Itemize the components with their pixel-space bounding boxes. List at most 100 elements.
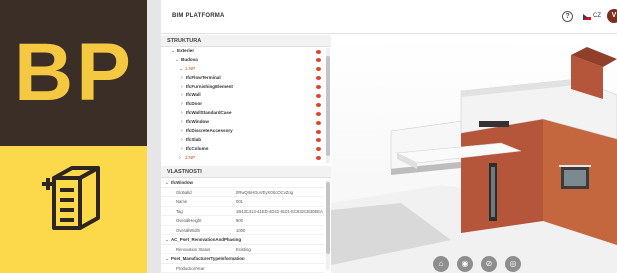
- tree-item-2np[interactable]: › 2.NP: [161, 154, 324, 163]
- brand-logo-text: BP: [14, 27, 134, 118]
- tree-item-ifcfurnishingelement[interactable]: › IfcFurnishingElement: [161, 83, 324, 92]
- chevron-right-icon[interactable]: ›: [181, 127, 183, 136]
- property-key: ProductionYear: [176, 265, 205, 271]
- property-row: Renovation Status Existing: [161, 245, 324, 254]
- property-row: OverallHeight 900: [161, 216, 324, 226]
- eye-off-icon[interactable]: ⊘: [481, 256, 497, 272]
- property-row: ProductionYear: [161, 264, 324, 273]
- chevron-right-icon[interactable]: ›: [181, 83, 183, 92]
- chevron-down-icon[interactable]: ⌄: [165, 178, 169, 188]
- user-avatar[interactable]: V: [607, 9, 617, 23]
- eye-icon[interactable]: ◉: [457, 256, 473, 272]
- visibility-eye-icon[interactable]: [316, 102, 321, 107]
- visibility-eye-icon[interactable]: [316, 156, 321, 161]
- language-selector[interactable]: CZ: [593, 13, 601, 19]
- property-key: OverallWidth: [176, 227, 200, 233]
- chevron-right-icon[interactable]: ›: [181, 74, 183, 83]
- czech-flag-icon[interactable]: [583, 14, 591, 20]
- building-document-icon: [42, 166, 100, 230]
- property-group-manufacturer[interactable]: ⌄ Pset_ManufacturerTypeInformation: [161, 254, 324, 264]
- help-icon[interactable]: ?: [562, 11, 573, 22]
- property-value: 1000: [236, 227, 246, 233]
- tree-item-label: IfcSlab: [186, 136, 202, 142]
- tree-item-label: IfcWall: [186, 92, 201, 98]
- tree-item-label: 1.NP: [185, 65, 196, 71]
- chevron-right-icon[interactable]: ›: [181, 109, 183, 118]
- property-row: GlobalId 0RwQrkHGuVEyX0ScOCvZog: [161, 188, 324, 197]
- tree-item-ifccolumn[interactable]: › IfcColumn: [161, 145, 324, 154]
- tree-item-ifcwindow[interactable]: › IfcWindow: [161, 118, 324, 127]
- tree-item-label: Exterier: [177, 48, 195, 53]
- visibility-eye-icon[interactable]: [316, 85, 321, 90]
- structure-scrollbar-thumb[interactable]: [326, 56, 330, 156]
- property-group-label: Pset_ManufacturerTypeInformation: [171, 256, 245, 261]
- chevron-right-icon[interactable]: ›: [181, 100, 183, 109]
- visibility-eye-icon[interactable]: [316, 120, 321, 125]
- property-value: 001: [236, 199, 243, 204]
- tree-item-ifcwallstandardcase[interactable]: › IfcWallStandardCase: [161, 109, 324, 118]
- chevron-down-icon[interactable]: ⌄: [165, 235, 169, 245]
- property-key: OverallHeight: [176, 218, 202, 223]
- visibility-eye-icon[interactable]: [316, 93, 321, 98]
- property-key: Name: [176, 199, 188, 204]
- property-row: OverallWidth 1000: [161, 226, 324, 235]
- visibility-eye-icon[interactable]: [316, 111, 321, 116]
- property-value: 1B43C414-41ED-4D42-8101-EC832CB30EEA: [236, 208, 323, 214]
- visibility-eye-icon[interactable]: [316, 138, 321, 143]
- property-key: GlobalId: [176, 189, 192, 195]
- property-key: Tag: [176, 208, 183, 214]
- tree-item-label: Budova: [181, 56, 198, 62]
- visibility-eye-icon[interactable]: [316, 147, 321, 152]
- property-group-label: AC_Pset_RenovationAndPhasing: [171, 237, 242, 242]
- chevron-down-icon[interactable]: ⌄: [171, 47, 175, 56]
- tree-item-label: IfcFlowTerminal: [186, 74, 221, 80]
- tree-item-ifcdoor[interactable]: › IfcDoor: [161, 100, 324, 109]
- sidebar-divider: [147, 0, 161, 273]
- tree-item-label: IfcDiscreteAccessory: [186, 128, 233, 134]
- app-title: BIM PLATFORMA: [172, 13, 225, 19]
- visibility-eye-icon[interactable]: [316, 76, 321, 81]
- tree-item-label: IfcFurnishingElement: [186, 83, 233, 89]
- chevron-right-icon[interactable]: ›: [181, 136, 183, 145]
- property-group-ifcwindow[interactable]: ⌄ IfcWindow: [161, 178, 324, 188]
- tree-item-ifcflowterminal[interactable]: › IfcFlowTerminal: [161, 74, 324, 83]
- property-key: Renovation Status: [176, 246, 211, 252]
- chevron-down-icon[interactable]: ⌄: [175, 56, 179, 65]
- tree-item-ifcslab[interactable]: › IfcSlab: [161, 136, 324, 145]
- property-value: 0RwQrkHGuVEyX0ScOCvZog: [236, 189, 294, 195]
- structure-tree: ⌄ Exterier ⌄ Budova ⌄ 1.NP › IfcFlowTerm…: [161, 47, 324, 164]
- tree-item-label: IfcWallStandardCase: [186, 110, 232, 116]
- chevron-right-icon[interactable]: ›: [181, 118, 183, 127]
- properties-list: ⌄ IfcWindow GlobalId 0RwQrkHGuVEyX0ScOCv…: [161, 178, 324, 273]
- property-group-renovation[interactable]: ⌄ AC_Pset_RenovationAndPhasing: [161, 235, 324, 245]
- visibility-eye-icon[interactable]: [316, 49, 321, 54]
- chevron-right-icon[interactable]: ›: [181, 91, 183, 100]
- chevron-down-icon[interactable]: ⌄: [165, 254, 169, 264]
- chevron-right-icon[interactable]: ›: [181, 145, 183, 154]
- tree-item-label: IfcColumn: [186, 145, 209, 151]
- property-row: Tag 1B43C414-41ED-4D42-8101-EC832CB30EEA: [161, 207, 324, 216]
- tree-item-ifcdiscreteaccessory[interactable]: › IfcDiscreteAccessory: [161, 127, 324, 136]
- visibility-eye-icon[interactable]: [316, 58, 321, 63]
- brand-panel: BP: [0, 0, 147, 273]
- tree-item-label: IfcDoor: [186, 101, 203, 107]
- model-viewer[interactable]: ⌂ ◉ ⊘ ◎: [331, 35, 617, 273]
- home-icon[interactable]: ⌂: [433, 256, 449, 272]
- chevron-down-icon[interactable]: ⌄: [179, 65, 183, 74]
- tree-item-ifcwall[interactable]: › IfcWall: [161, 91, 324, 100]
- tree-item-budova[interactable]: ⌄ Budova: [161, 56, 324, 65]
- visibility-eye-icon[interactable]: [316, 67, 321, 72]
- property-row: Name 001: [161, 197, 324, 207]
- brand-logo-area: BP: [0, 0, 147, 146]
- property-value: Existing: [236, 246, 251, 252]
- properties-scrollbar-thumb[interactable]: [326, 182, 330, 254]
- tree-item-1np[interactable]: ⌄ 1.NP: [161, 65, 324, 74]
- visibility-eye-icon[interactable]: [316, 129, 321, 134]
- building-model-render[interactable]: [331, 35, 617, 273]
- top-bar: BIM PLATFORMA ? CZ V: [161, 0, 617, 34]
- properties-panel-title: VLASTNOSTI: [161, 166, 331, 178]
- chevron-right-icon[interactable]: ›: [179, 154, 181, 163]
- target-icon[interactable]: ◎: [505, 256, 521, 272]
- tree-item-exterier[interactable]: ⌄ Exterier: [161, 47, 324, 56]
- tree-item-label: IfcWindow: [186, 119, 209, 125]
